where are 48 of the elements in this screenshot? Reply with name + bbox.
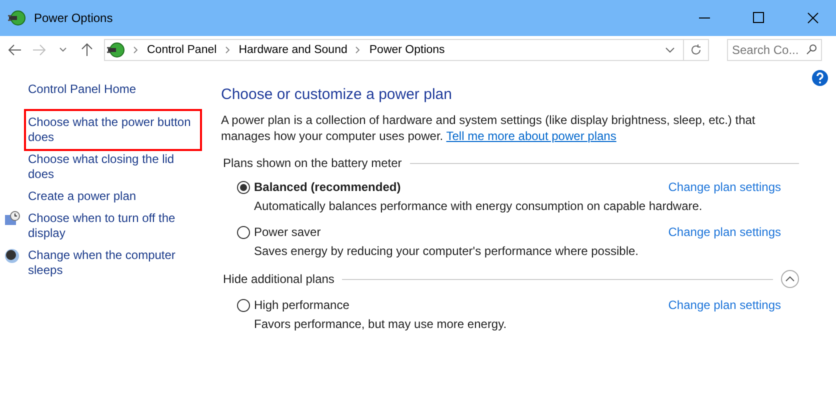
clock-icon	[4, 211, 20, 227]
breadcrumb[interactable]: Power Options	[369, 44, 445, 56]
group-title: Plans shown on the battery meter	[223, 156, 402, 170]
refresh-icon	[690, 44, 702, 56]
address-bar[interactable]: Control Panel Hardware and Sound Power Options	[104, 39, 709, 61]
help-link[interactable]: Tell me more about power plans	[446, 129, 616, 143]
collapse-button[interactable]	[781, 270, 799, 288]
window-title: Power Options	[34, 11, 114, 25]
power-plug-icon	[8, 9, 26, 27]
radio-button[interactable]	[237, 226, 250, 238]
radio-button[interactable]	[237, 180, 250, 194]
chevron-icon	[133, 46, 139, 54]
breadcrumb[interactable]: Control Panel	[147, 44, 217, 56]
plan-name: High performance	[254, 298, 350, 312]
chevron-icon	[224, 46, 231, 54]
power-plug-icon	[107, 41, 125, 59]
group-title: Hide additional plans	[223, 272, 334, 286]
chevron-icon	[355, 46, 362, 54]
plan-description: Favors performance, but may use more energy.	[254, 317, 508, 331]
sidebar-link[interactable]: Choose what closing the lid does	[28, 152, 198, 182]
change-plan-link[interactable]: Change plan settings	[668, 298, 781, 312]
sidebar-link[interactable]: Choose when to turn off the display	[28, 211, 198, 241]
help-icon[interactable]	[812, 70, 828, 86]
plan-description: Saves energy by reducing your computer's performance where possible.	[254, 244, 640, 258]
breadcrumb[interactable]: Hardware and Sound	[238, 44, 348, 56]
caret-icon	[59, 47, 67, 53]
plan-description: Automatically balances performance with energy consumption on capable hardware.	[254, 199, 704, 213]
sidebar-link[interactable]: Change when the computer sleeps	[28, 248, 198, 278]
search-icon	[806, 44, 817, 55]
search-field[interactable]: Search Co...	[727, 39, 822, 61]
plan-name: Power saver	[254, 225, 322, 239]
intro-text: A power plan is a collection of hardware and system settings (like display brightness, sleep, etc.) that manages how your computer uses power. Tell me more about power plans	[221, 112, 756, 144]
maximize-icon	[753, 12, 765, 24]
close-icon	[807, 12, 819, 24]
moon-icon	[4, 248, 20, 264]
right-arrow-icon	[32, 44, 46, 56]
radio-button[interactable]	[237, 298, 250, 312]
chevron-up-icon	[785, 276, 795, 282]
sidebar-link[interactable]: Control Panel Home	[28, 82, 198, 97]
sidebar-link[interactable]: Choose what the power button does	[26, 111, 200, 149]
left-arrow-icon	[8, 44, 22, 56]
change-plan-link[interactable]: Change plan settings	[668, 180, 781, 194]
dropdown-icon[interactable]	[665, 46, 675, 54]
sidebar-link[interactable]: Create a power plan	[28, 189, 198, 204]
change-plan-link[interactable]: Change plan settings	[668, 225, 781, 239]
plan-name: Balanced (recommended)	[254, 180, 402, 194]
up-arrow-icon	[81, 43, 93, 57]
page-heading: Choose or customize a power plan	[221, 86, 453, 103]
